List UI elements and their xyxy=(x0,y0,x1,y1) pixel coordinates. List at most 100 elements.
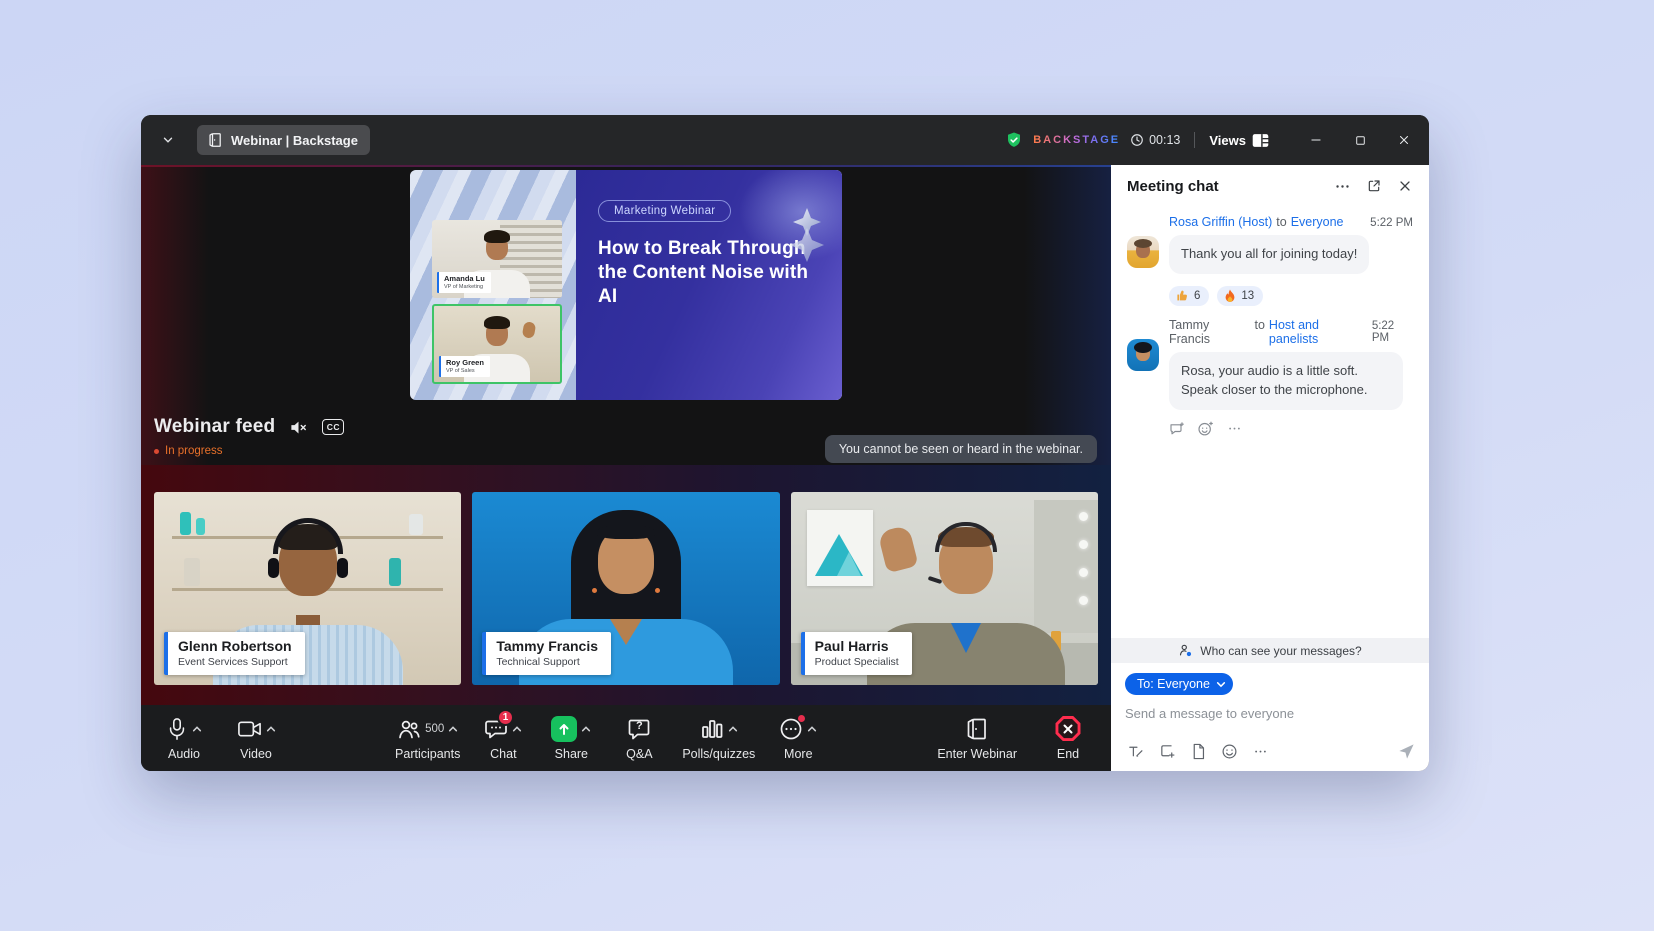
slide-content-panel: Marketing Webinar How to Break Through t… xyxy=(576,170,842,400)
message-text: Rosa, your audio is a little soft. Speak… xyxy=(1181,363,1367,397)
maximize-button[interactable] xyxy=(1351,131,1369,149)
send-button[interactable] xyxy=(1397,742,1416,761)
more-horizontal-icon[interactable] xyxy=(1334,178,1351,195)
more-button[interactable]: More xyxy=(773,716,823,761)
minimize-button[interactable] xyxy=(1307,131,1325,149)
share-icon xyxy=(551,716,577,742)
speaker-figure xyxy=(486,320,508,346)
shared-slide: Amanda Lu VP of Marketing Roy Green VP o… xyxy=(410,170,842,400)
camera-icon xyxy=(237,719,262,739)
popout-icon[interactable] xyxy=(1366,178,1382,194)
qa-label: Q&A xyxy=(626,747,652,761)
backstage-badge: BACKSTAGE xyxy=(1033,134,1120,146)
window-menu-chevron-down-icon[interactable] xyxy=(157,129,179,151)
door-icon xyxy=(966,717,988,741)
speaker-name-tag: Roy Green VP of Sales xyxy=(439,356,490,377)
muted-speaker-icon[interactable] xyxy=(289,419,308,436)
chevron-up-icon[interactable] xyxy=(728,725,738,733)
speaker-name: Amanda Lu xyxy=(444,274,485,283)
mic-icon xyxy=(166,717,188,741)
control-bar: Audio Video 500 Particip xyxy=(141,705,1111,771)
emoji-icon[interactable] xyxy=(1221,743,1238,760)
fire-icon xyxy=(1224,289,1236,303)
privacy-bar[interactable]: Who can see your messages? xyxy=(1111,638,1429,663)
close-icon xyxy=(1397,133,1411,147)
chat-button[interactable]: 1 Chat xyxy=(478,716,528,761)
chat-badge: 1 xyxy=(497,709,515,726)
thumbs-up-icon xyxy=(1176,289,1189,302)
add-reaction-icon[interactable] xyxy=(1198,421,1214,436)
recipient-selector[interactable]: To: Everyone xyxy=(1125,673,1233,695)
decor-bottle xyxy=(184,558,200,586)
qa-icon: ? xyxy=(627,717,651,741)
chat-message: Tammy Francis to Host and panelists 5:22… xyxy=(1127,318,1413,436)
share-button[interactable]: Share xyxy=(546,716,596,761)
video-tile-glenn: Glenn Robertson Event Services Support xyxy=(154,492,461,685)
reaction-count: 13 xyxy=(1241,290,1254,302)
message-input[interactable]: Send a message to everyone xyxy=(1125,706,1415,721)
text-format-icon[interactable] xyxy=(1127,743,1144,760)
participants-button[interactable]: 500 Participants xyxy=(395,716,460,761)
chevron-up-icon[interactable] xyxy=(807,725,817,733)
bulb xyxy=(1079,568,1088,577)
chevron-up-icon[interactable] xyxy=(581,725,591,733)
qa-button[interactable]: ? Q&A xyxy=(614,716,664,761)
attach-file-icon[interactable] xyxy=(1191,743,1206,760)
minimize-icon xyxy=(1309,133,1323,147)
earring xyxy=(655,588,660,593)
to-label: to xyxy=(1276,215,1286,229)
close-button[interactable] xyxy=(1395,131,1413,149)
chevron-up-icon[interactable] xyxy=(266,725,276,733)
to-label: to xyxy=(1254,318,1264,332)
avatar-tammy xyxy=(1127,339,1159,371)
participants-icon xyxy=(397,718,421,740)
end-icon xyxy=(1055,716,1081,742)
chevron-down-icon xyxy=(1216,681,1226,688)
reaction-pill[interactable]: 6 xyxy=(1169,286,1209,306)
views-layout-icon xyxy=(1252,133,1269,148)
chat-title: Meeting chat xyxy=(1127,178,1334,195)
chat-message-list: Rosa Griffin (Host) to Everyone 5:22 PM … xyxy=(1111,207,1429,638)
polls-bar-chart-icon xyxy=(700,717,724,741)
captions-cc-icon[interactable]: CC xyxy=(322,419,344,435)
polls-button[interactable]: Polls/quizzes xyxy=(682,716,755,761)
chevron-up-icon[interactable] xyxy=(192,725,202,733)
video-button[interactable]: Video xyxy=(231,716,281,761)
sender-name[interactable]: Tammy Francis xyxy=(1169,318,1250,346)
screen-capture-icon[interactable] xyxy=(1159,743,1176,760)
more-label: More xyxy=(784,747,812,761)
decor-bottle xyxy=(196,518,205,535)
chat-panel: Meeting chat Rosa Griffin (Host) to Ever… xyxy=(1111,165,1429,771)
speaker-name: Roy Green xyxy=(446,358,484,367)
bulb xyxy=(1079,540,1088,549)
chevron-up-icon[interactable] xyxy=(512,725,522,733)
avatar-rosa xyxy=(1127,236,1159,268)
send-icon xyxy=(1397,742,1416,761)
titlebar: Webinar | Backstage BACKSTAGE 00:13 View… xyxy=(141,115,1429,165)
chevron-up-icon[interactable] xyxy=(448,725,458,733)
chat-close-icon[interactable] xyxy=(1397,178,1413,194)
message-more-icon[interactable] xyxy=(1227,421,1242,436)
polls-label: Polls/quizzes xyxy=(682,747,755,761)
recipient-link[interactable]: Host and panelists xyxy=(1269,318,1368,346)
views-label: Views xyxy=(1209,133,1246,148)
slide-tag-pill: Marketing Webinar xyxy=(598,200,731,222)
reaction-pill[interactable]: 13 xyxy=(1217,286,1263,306)
meeting-tab[interactable]: Webinar | Backstage xyxy=(197,125,370,155)
notification-dot xyxy=(798,715,805,722)
enter-webinar-button[interactable]: Enter Webinar xyxy=(937,716,1017,761)
recipient-link[interactable]: Everyone xyxy=(1291,215,1344,229)
in-progress-status: In progress xyxy=(154,445,223,457)
end-button[interactable]: End xyxy=(1043,716,1093,761)
audio-button[interactable]: Audio xyxy=(159,716,209,761)
panelist-tiles: Glenn Robertson Event Services Support T… xyxy=(141,465,1111,705)
sender-name[interactable]: Rosa Griffin (Host) xyxy=(1169,215,1272,229)
webinar-feed-title: Webinar feed xyxy=(154,416,275,438)
status-label: In progress xyxy=(165,445,223,457)
speaker-name-tag: Amanda Lu VP of Marketing xyxy=(437,272,491,293)
views-button[interactable]: Views xyxy=(1209,133,1269,148)
headset xyxy=(935,522,997,552)
quote-reply-icon[interactable] xyxy=(1169,421,1185,436)
compose-more-icon[interactable] xyxy=(1253,744,1268,759)
participants-count: 500 xyxy=(425,723,444,735)
